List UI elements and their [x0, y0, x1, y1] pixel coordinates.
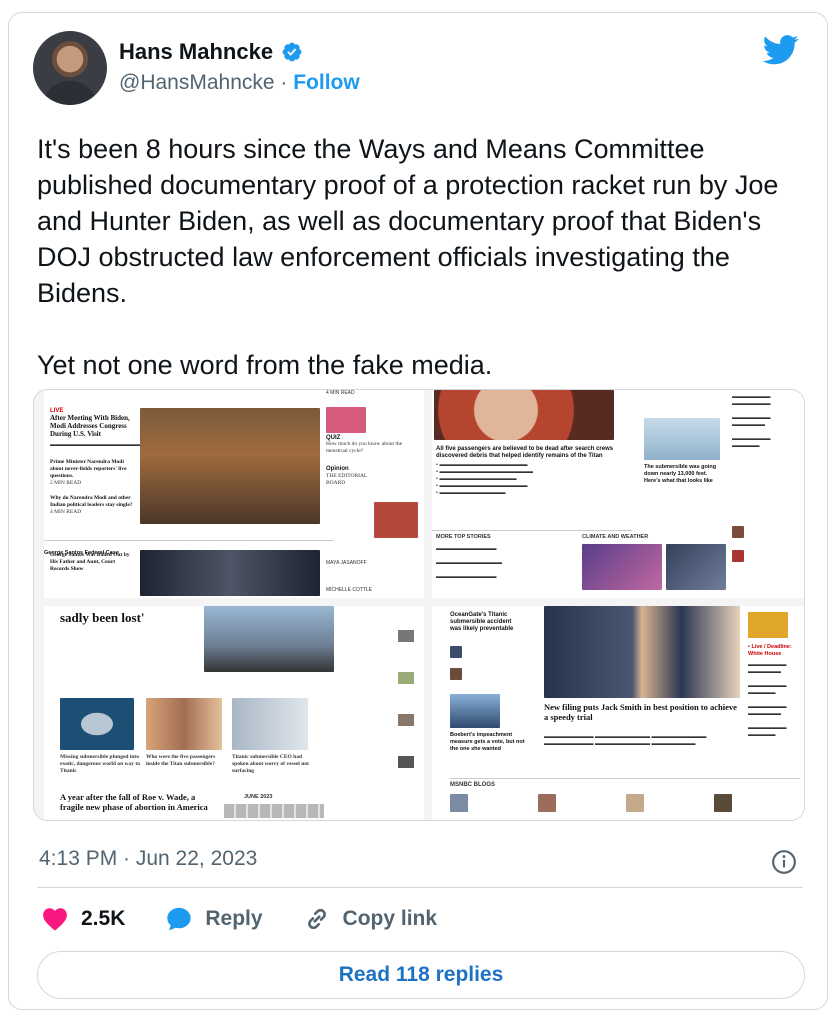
link-icon — [307, 908, 326, 930]
titan-dead-headline: All five passengers are believed to be d… — [436, 446, 614, 459]
tweet-media-collage[interactable]: LIVE After Meeting With Biden, Modi Addr… — [33, 389, 805, 821]
editorial-board: THE EDITORIAL BOARD — [326, 473, 368, 486]
jack-smith-headline: New filing puts Jack Smith in best posit… — [544, 702, 737, 722]
roe-headline: A year after the fall of Roe v. Wade, a … — [60, 792, 208, 812]
press-conference-photo — [204, 606, 334, 672]
msnbc-live-label: • Live / Deadline: White House — [748, 644, 792, 657]
reply-bubble-icon — [167, 907, 192, 931]
cap-missing-sub: Missing submersible plunged into exotic,… — [60, 754, 140, 774]
oceangate-headline: OceanGate's Titanic submersible accident… — [450, 612, 514, 632]
boebert-headline: Boebert's impeachment measure gets a vot… — [450, 732, 525, 752]
june-calendar-label: JUNE 2023 — [244, 794, 273, 800]
quiz-text: How much do you know about the menstrual… — [326, 441, 403, 454]
author-handle-row: @HansMahncke · Follow — [119, 71, 360, 95]
ceo-photo — [232, 698, 308, 750]
ocean-depth-graphic — [644, 418, 720, 460]
cap-five-passengers: Who were the five passengers inside the … — [146, 754, 216, 767]
blog-thumb-1 — [450, 794, 468, 812]
msnbc-thumb-2 — [450, 668, 462, 680]
nyt-read-time-3: 4 MIN READ — [326, 390, 355, 396]
jack-smith-trump-photo — [544, 606, 740, 698]
tweet-timestamp[interactable]: 4:13 PM · Jun 22, 2023 — [39, 847, 257, 871]
quiz-image — [326, 407, 366, 433]
nyt-homepage-screenshot: LIVE After Meeting With Biden, Modi Addr… — [44, 390, 424, 598]
tweet-text: It's been 8 hours since the Ways and Mea… — [37, 134, 779, 380]
santos-headline: George Santos Was Bailed Out by His Fath… — [50, 552, 130, 572]
handle-separator: · — [274, 71, 294, 94]
nbc-homepage-screenshot: All five passengers are believed to be d… — [432, 390, 804, 598]
nyt-read-time-1: 2 MIN READ — [50, 480, 82, 486]
opinion-label: Opinion — [326, 466, 349, 472]
info-icon[interactable] — [771, 849, 797, 875]
like-count: 2.5K — [81, 907, 126, 930]
podcast-photo-1 — [732, 526, 744, 538]
jasanoff-byline: MAYA JASANOFF — [326, 560, 367, 566]
msnbc-promo — [748, 612, 788, 638]
action-bar: 2.5K Reply Copy link — [41, 905, 437, 933]
tweet-card: Hans Mahncke @HansMahncke · Follow It's … — [8, 12, 828, 1010]
titan-ceo-photo — [434, 390, 614, 440]
twitter-bird-icon[interactable] — [763, 35, 799, 65]
passengers-photo — [146, 698, 222, 750]
author-name[interactable]: Hans Mahncke — [119, 39, 273, 65]
blog-thumb-4 — [714, 794, 732, 812]
podcast-photo-2 — [732, 550, 744, 562]
santos-photo — [140, 550, 320, 596]
avatar[interactable] — [33, 31, 107, 105]
read-replies-button[interactable]: Read 118 replies — [37, 951, 805, 999]
more-top-stories-label: MORE TOP STORIES — [436, 534, 491, 540]
reply-button[interactable]: Reply — [165, 905, 263, 933]
nyt-headline-single: Why do Narendra Modi and other Indian po… — [50, 495, 133, 508]
cap-ceo: Titanic submersible CEO had spoken about… — [232, 754, 309, 774]
msnbc-thumb-1 — [450, 646, 462, 658]
climate-photo-2 — [666, 544, 726, 590]
opinion-photo — [374, 502, 418, 538]
nyt-headline-modi-questions: Prime Minister Narendra Modi about never… — [50, 459, 127, 479]
copy-link-label: Copy link — [342, 907, 438, 930]
blog-thumb-3 — [626, 794, 644, 812]
author-handle[interactable]: @HansMahncke — [119, 71, 275, 94]
divider — [37, 887, 803, 888]
msnbc-blogs-label: MSNBC BLOGS — [450, 782, 495, 788]
submersible-photo — [60, 698, 134, 750]
like-button[interactable]: 2.5K — [41, 905, 125, 933]
author-name-row: Hans Mahncke — [119, 39, 303, 65]
msnbc-homepage-screenshot: OceanGate's Titanic submersible accident… — [432, 606, 804, 820]
congress-photo — [140, 408, 320, 524]
blog-thumb-2 — [538, 794, 556, 812]
climate-photo-1 — [582, 544, 662, 590]
climate-weather-label: CLIMATE AND WEATHER — [582, 534, 649, 540]
nyt-titan-section: sadly been lost' Missing submersible plu… — [44, 606, 424, 820]
submersible-depth-headline: The submersible was going down nearly 13… — [644, 464, 717, 484]
reply-label: Reply — [205, 907, 263, 930]
cottle-byline: MICHELLE COTTLE — [326, 587, 373, 593]
follow-link[interactable]: Follow — [293, 71, 360, 94]
sadly-lost-headline: sadly been lost' — [60, 610, 145, 625]
heart-icon — [43, 908, 67, 931]
boebert-photo — [450, 694, 500, 728]
nyt-read-time-2: 4 MIN READ — [50, 509, 82, 515]
nyt-headline-modi: After Meeting With Biden, Modi Addresses… — [50, 414, 130, 438]
verified-badge-icon — [282, 42, 302, 62]
copy-link-button[interactable]: Copy link — [303, 905, 438, 933]
